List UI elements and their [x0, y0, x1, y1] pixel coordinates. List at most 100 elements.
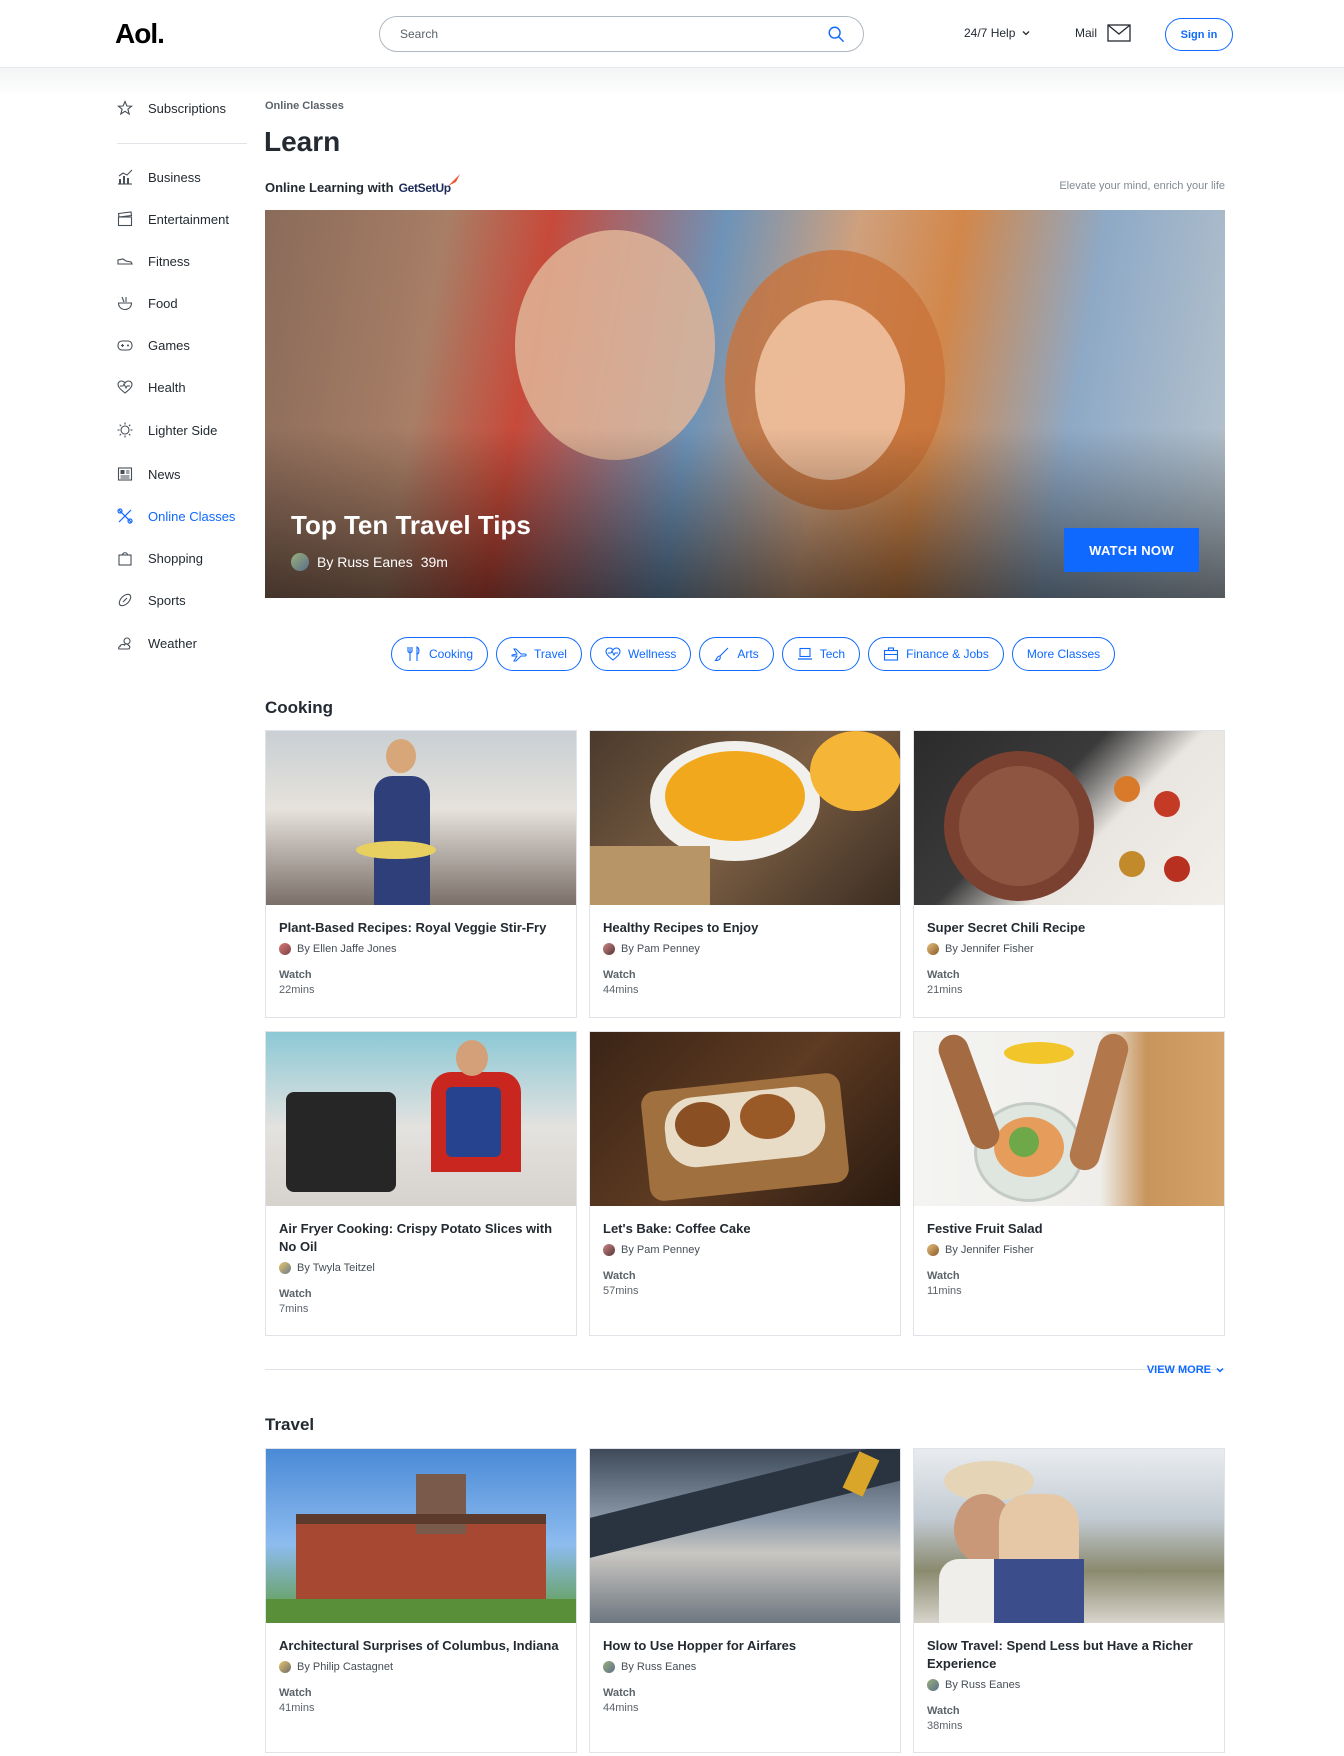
- card-body: Air Fryer Cooking: Crispy Potato Slices …: [266, 1206, 576, 1327]
- avatar: [279, 1661, 291, 1673]
- section-subtitle: Online Learning with GetSetUp: [265, 173, 460, 195]
- card-author: By Russ Eanes: [603, 1661, 887, 1673]
- card-author: By Jennifer Fisher: [927, 943, 1211, 955]
- hero-title[interactable]: Top Ten Travel Tips: [291, 510, 531, 541]
- card-body: Plant-Based Recipes: Royal Veggie Stir-F…: [266, 905, 576, 1008]
- card-title[interactable]: Architectural Surprises of Columbus, Ind…: [279, 1637, 563, 1655]
- category-pill-finance-jobs[interactable]: Finance & Jobs: [868, 637, 1004, 671]
- card-duration: 38mins: [927, 1720, 963, 1732]
- card-watch-label: Watch: [927, 969, 960, 981]
- section-divider: [265, 1369, 1225, 1370]
- category-pill-travel[interactable]: Travel: [496, 637, 582, 671]
- class-card[interactable]: Slow Travel: Spend Less but Have a Riche…: [913, 1448, 1225, 1753]
- hero-duration: 39m: [420, 554, 448, 570]
- card-thumbnail: [914, 1032, 1224, 1206]
- sidebar-item-health[interactable]: Health: [117, 375, 186, 399]
- class-card[interactable]: Healthy Recipes to Enjoy By Pam Penney W…: [589, 730, 901, 1018]
- card-thumbnail: [590, 1449, 900, 1623]
- card-author-name: By Russ Eanes: [945, 1679, 1021, 1691]
- category-label: Travel: [534, 647, 567, 661]
- sidebar-item-games[interactable]: Games: [117, 333, 190, 357]
- class-card[interactable]: Super Secret Chili Recipe By Jennifer Fi…: [913, 730, 1225, 1018]
- class-card[interactable]: Architectural Surprises of Columbus, Ind…: [265, 1448, 577, 1753]
- card-watch-label: Watch: [279, 1288, 312, 1300]
- category-label: Cooking: [429, 647, 474, 661]
- subtitle-text: Online Learning with: [265, 180, 394, 195]
- clapperboard-icon: [117, 211, 133, 227]
- card-title[interactable]: Super Secret Chili Recipe: [927, 919, 1211, 937]
- sidebar-item-lighter-side[interactable]: Lighter Side: [117, 418, 217, 442]
- card-title[interactable]: Plant-Based Recipes: Royal Veggie Stir-F…: [279, 919, 563, 937]
- class-card[interactable]: Air Fryer Cooking: Crispy Potato Slices …: [265, 1031, 577, 1336]
- search-input[interactable]: [400, 27, 827, 41]
- sidebar-item-label: Games: [148, 337, 190, 353]
- card-watch-label: Watch: [279, 1687, 312, 1699]
- newspaper-icon: [117, 467, 133, 481]
- card-author: By Ellen Jaffe Jones: [279, 943, 563, 955]
- getsetup-logo[interactable]: GetSetUp: [398, 173, 460, 195]
- sidebar-item-label: Business: [148, 169, 201, 185]
- sidebar-item-food[interactable]: Food: [117, 291, 178, 315]
- category-pill-arts[interactable]: Arts: [699, 637, 774, 671]
- sidebar-item-fitness[interactable]: Fitness: [117, 249, 190, 273]
- laptop-icon: [797, 647, 812, 660]
- hero-image: [515, 230, 715, 460]
- category-pill-wellness[interactable]: Wellness: [589, 637, 692, 671]
- card-title[interactable]: Festive Fruit Salad: [927, 1220, 1211, 1238]
- card-body: Super Secret Chili Recipe By Jennifer Fi…: [914, 905, 1224, 1008]
- sneaker-icon: [117, 258, 133, 265]
- sidebar-item-news[interactable]: News: [117, 462, 181, 486]
- category-pill-tech[interactable]: Tech: [781, 637, 861, 671]
- hero-banner[interactable]: Top Ten Travel Tips By Russ Eanes 39m WA…: [265, 210, 1225, 598]
- aol-logo[interactable]: Aol.: [115, 18, 165, 50]
- sidebar-item-sports[interactable]: Sports: [117, 588, 186, 612]
- sidebar-item-label: Weather: [148, 635, 197, 651]
- card-watch-label: Watch: [927, 1705, 960, 1717]
- class-card[interactable]: Let's Bake: Coffee Cake By Pam Penney Wa…: [589, 1031, 901, 1336]
- card-author: By Pam Penney: [603, 1244, 887, 1256]
- sign-in-button[interactable]: Sign in: [1165, 18, 1233, 51]
- card-body: How to Use Hopper for Airfares By Russ E…: [590, 1623, 900, 1726]
- sidebar-item-online-classes[interactable]: Online Classes: [117, 504, 235, 528]
- view-more-link[interactable]: VIEW MORE: [1147, 1364, 1225, 1376]
- card-title[interactable]: Let's Bake: Coffee Cake: [603, 1220, 887, 1238]
- utensils-icon: [407, 646, 420, 661]
- card-body: Architectural Surprises of Columbus, Ind…: [266, 1623, 576, 1726]
- card-thumbnail: [266, 731, 576, 905]
- card-thumbnail: [266, 1449, 576, 1623]
- class-card[interactable]: Plant-Based Recipes: Royal Veggie Stir-F…: [265, 730, 577, 1018]
- card-author-name: By Ellen Jaffe Jones: [297, 943, 397, 955]
- gamepad-icon: [117, 340, 133, 351]
- search-bar[interactable]: [379, 16, 864, 52]
- search-icon[interactable]: [827, 25, 845, 43]
- sidebar-divider: [117, 143, 247, 144]
- brush-icon: [714, 647, 729, 662]
- avatar: [927, 1244, 939, 1256]
- mail-link[interactable]: Mail: [1075, 24, 1131, 42]
- card-duration: 22mins: [279, 984, 315, 996]
- card-watch-label: Watch: [279, 969, 312, 981]
- category-pill-cooking[interactable]: Cooking: [391, 637, 489, 671]
- sidebar-item-subscriptions[interactable]: Subscriptions: [117, 96, 226, 120]
- card-thumbnail: [914, 1449, 1224, 1623]
- sidebar-item-shopping[interactable]: Shopping: [117, 546, 203, 570]
- sidebar-item-entertainment[interactable]: Entertainment: [117, 207, 229, 231]
- card-duration: 44mins: [603, 1702, 639, 1714]
- card-title[interactable]: Healthy Recipes to Enjoy: [603, 919, 887, 937]
- card-duration: 21mins: [927, 984, 963, 996]
- getsetup-brand: GetSetUp: [398, 180, 452, 195]
- class-card[interactable]: How to Use Hopper for Airfares By Russ E…: [589, 1448, 901, 1753]
- breadcrumb[interactable]: Online Classes: [265, 100, 344, 112]
- card-title[interactable]: Slow Travel: Spend Less but Have a Riche…: [927, 1637, 1211, 1673]
- sidebar-item-business[interactable]: Business: [117, 165, 201, 189]
- watch-now-button[interactable]: WATCH NOW: [1064, 528, 1199, 572]
- class-card[interactable]: Festive Fruit Salad By Jennifer Fisher W…: [913, 1031, 1225, 1336]
- help-menu[interactable]: 24/7 Help: [964, 26, 1031, 40]
- category-pill-more-classes[interactable]: More Classes: [1011, 637, 1116, 671]
- sidebar-item-label: News: [148, 466, 181, 482]
- card-title[interactable]: Air Fryer Cooking: Crispy Potato Slices …: [279, 1220, 563, 1256]
- chart-icon: [118, 169, 133, 185]
- sidebar-item-weather[interactable]: Weather: [117, 631, 197, 655]
- card-title[interactable]: How to Use Hopper for Airfares: [603, 1637, 887, 1655]
- category-label: Finance & Jobs: [906, 647, 989, 661]
